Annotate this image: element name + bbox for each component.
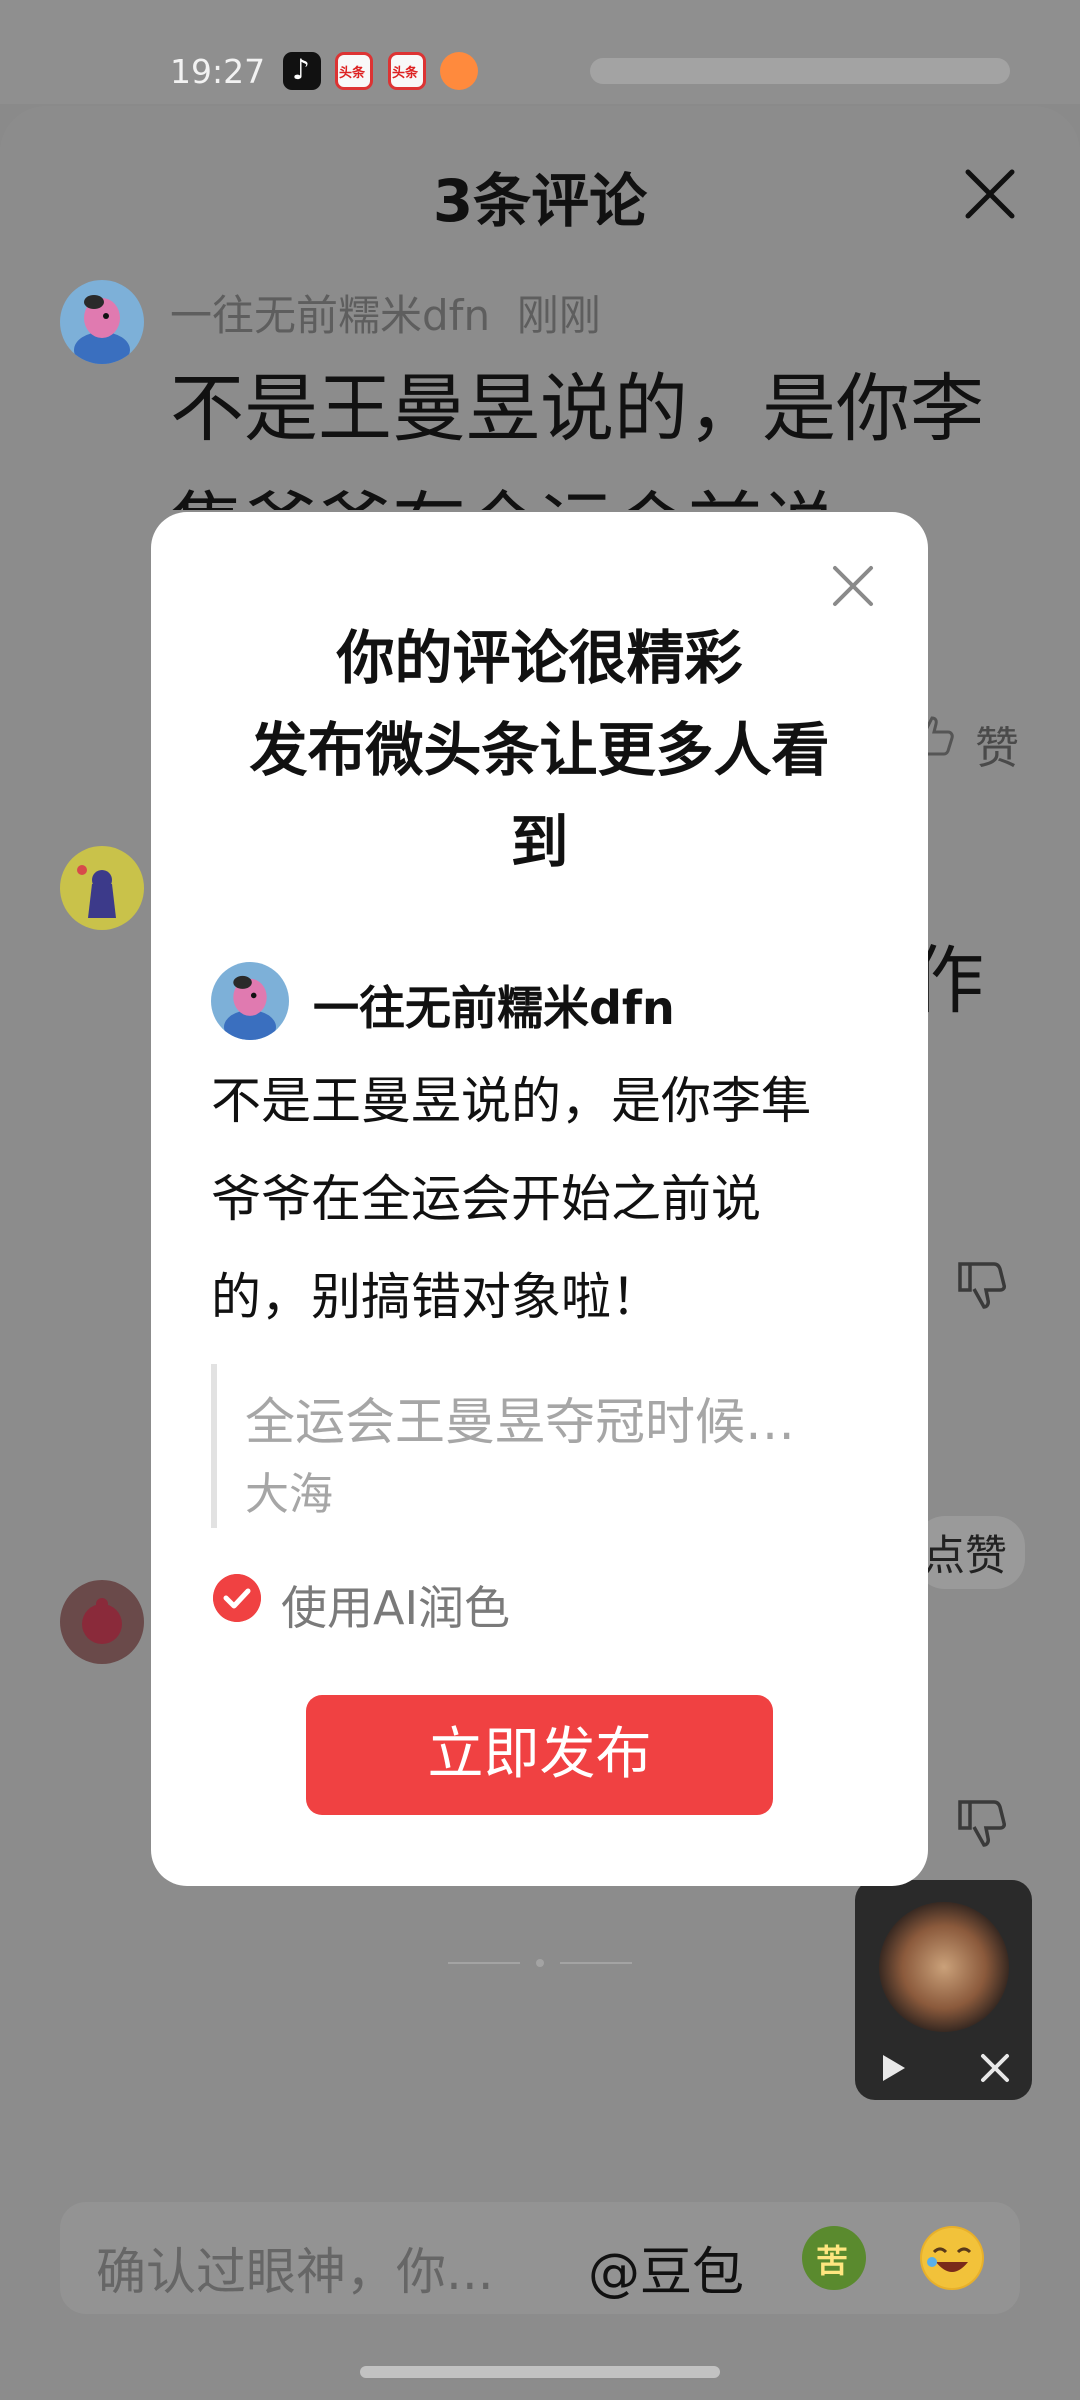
quoted-article-author: 大海: [245, 1469, 333, 1520]
input-placeholder[interactable]: 确认过眼神，你...: [96, 2232, 494, 2304]
dialog-title: 你的评论很精彩 发布微头条让更多人看 到: [249, 624, 830, 876]
avatar[interactable]: [60, 280, 144, 364]
checkbox-checked-icon[interactable]: [213, 1574, 261, 1622]
laughing-emoji-icon[interactable]: [920, 2226, 984, 2290]
play-icon[interactable]: [875, 2050, 911, 2086]
loading-divider: [448, 1952, 632, 1972]
sheet-title: 3条评论: [432, 167, 648, 235]
toutiao-icon: [335, 52, 373, 90]
like-button[interactable]: 点赞: [915, 1516, 1026, 1589]
album-cover[interactable]: [879, 1902, 1009, 2032]
avatar: [211, 962, 289, 1040]
dialog-username: 一往无前糯米dfn: [313, 981, 675, 1035]
close-icon[interactable]: [829, 562, 877, 610]
close-icon[interactable]: [960, 164, 1020, 224]
home-indicator[interactable]: [360, 2366, 720, 2378]
app-icon: [440, 52, 478, 90]
quoted-article-title: 全运会王曼昱夺冠时候…: [245, 1393, 795, 1451]
publish-button[interactable]: 立即发布: [306, 1695, 773, 1815]
thumbs-down-icon[interactable]: [952, 1256, 1012, 1316]
comment-text: 不是王曼昱说的，是你李隼爷爷在全运会前说: [170, 366, 984, 510]
bitter-melon-emoji-icon[interactable]: [802, 2226, 866, 2290]
publish-dialog: 你的评论很精彩 发布微头条让更多人看 到 一往无前糯米dfn 不是王曼昱说的，是…: [151, 512, 928, 1886]
avatar[interactable]: [60, 846, 144, 930]
thumbs-down-icon[interactable]: [952, 1794, 1012, 1854]
comment-input[interactable]: 确认过眼神，你... @豆包: [60, 2202, 1020, 2314]
tiktok-icon: [283, 52, 321, 90]
quoted-article[interactable]: 全运会王曼昱夺冠时候… 大海: [211, 1364, 851, 1528]
status-bar: 19:27: [0, 0, 1080, 104]
status-indicators: [590, 58, 1010, 84]
like-label[interactable]: 赞: [975, 712, 1019, 776]
comment-user: 一往无前糯米dfn 刚刚: [170, 291, 601, 340]
mention-button[interactable]: @豆包: [588, 2230, 744, 2305]
avatar[interactable]: [60, 1580, 144, 1664]
close-icon[interactable]: [977, 2050, 1013, 2086]
toutiao-icon: [388, 52, 426, 90]
floating-player[interactable]: [855, 1880, 1032, 2100]
status-time: 19:27: [170, 52, 266, 91]
ai-polish-label[interactable]: 使用AI润色: [281, 1572, 510, 1638]
dialog-comment-text: 不是王曼昱说的，是你李隼爷爷在全运会开始之前说的，别搞错对象啦！: [211, 1072, 811, 1326]
